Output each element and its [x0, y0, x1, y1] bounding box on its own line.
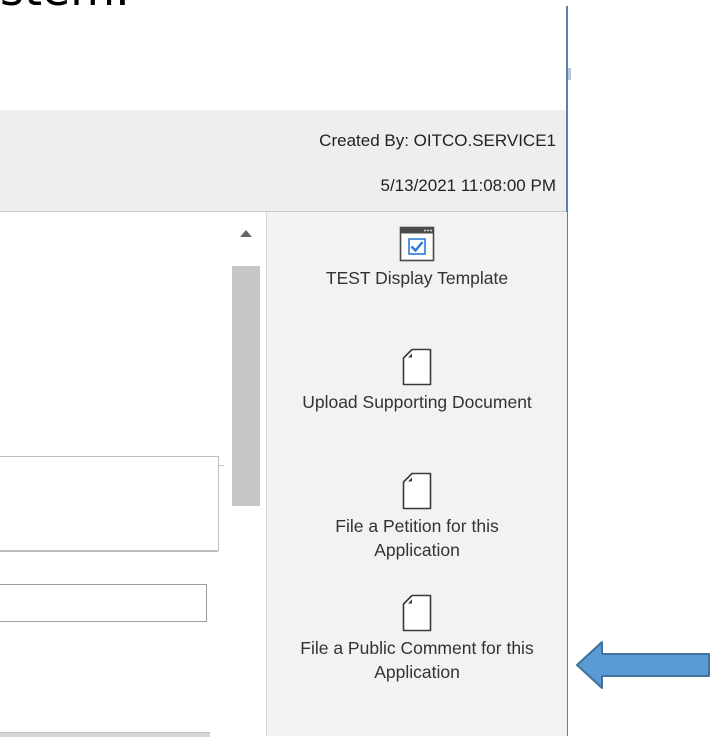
content-pane [0, 212, 232, 737]
created-by-label: Created By: OITCO.SERVICE1 [319, 131, 556, 150]
scroll-up-arrow-icon[interactable] [240, 230, 252, 237]
left-arrow-icon [576, 641, 710, 689]
field-edge [0, 732, 210, 737]
actions-panel: TEST Display Template Upload Supporting … [266, 212, 567, 736]
action-file-petition[interactable]: File a Petition for this Application [267, 472, 567, 562]
document-icon [402, 348, 432, 386]
action-file-public-comment[interactable]: File a Public Comment for this Applicati… [267, 594, 567, 684]
action-label: File a Public Comment for this Applicati… [300, 638, 534, 682]
record-header: Created By: OITCO.SERVICE1 5/13/2021 11:… [0, 110, 566, 212]
content-section-box [0, 456, 219, 552]
document-icon [402, 594, 432, 632]
window-edge-marker [568, 68, 571, 80]
action-test-display-template[interactable]: TEST Display Template [267, 226, 567, 290]
content-scrollbar[interactable] [232, 212, 262, 736]
action-label: TEST Display Template [325, 268, 509, 288]
text-input-field[interactable] [0, 584, 207, 622]
display-template-icon [399, 226, 435, 262]
section-box-divider [0, 551, 218, 552]
scroll-thumb[interactable] [232, 266, 260, 506]
action-label: Upload Supporting Document [302, 392, 532, 412]
action-label: File a Petition for this Application [335, 516, 499, 560]
document-icon [402, 472, 432, 510]
created-date-label: 5/13/2021 11:08:00 PM [380, 176, 557, 195]
action-upload-supporting-document[interactable]: Upload Supporting Document [267, 348, 567, 414]
